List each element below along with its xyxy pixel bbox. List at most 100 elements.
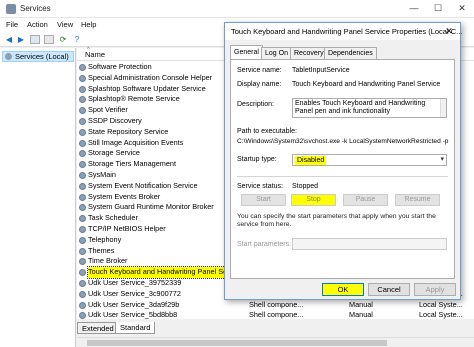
service-name-cell: Task Scheduler: [88, 213, 138, 223]
service-name-cell: Time Broker: [88, 256, 128, 266]
gear-icon: [79, 290, 86, 298]
close-icon[interactable]: ✕: [442, 25, 456, 38]
service-name-cell: System Guard Runtime Monitor Broker: [88, 202, 214, 212]
column-header-name[interactable]: Name: [85, 50, 105, 59]
gear-icon: [79, 269, 86, 277]
path-label: Path to executable:: [237, 128, 297, 135]
help-text: You can specify the start parameters tha…: [237, 213, 436, 228]
gear-icon: [79, 161, 86, 169]
service-name-cell: Splashtop Software Updater Service: [88, 83, 206, 93]
service-name-cell: Udk User Service_3da9f29b: [88, 299, 180, 309]
start-parameters-input[interactable]: [292, 238, 447, 250]
gear-icon: [79, 139, 86, 147]
services-app-icon: [6, 4, 16, 14]
menu-help[interactable]: Help: [81, 20, 96, 29]
pause-button[interactable]: Pause: [343, 194, 388, 206]
service-name-cell: Touch Keyboard and Handwriting Panel Ser…: [87, 266, 244, 279]
back-arrow-icon[interactable]: ◀: [4, 35, 14, 44]
tab-recovery[interactable]: Recovery: [290, 47, 328, 59]
general-panel: Service name: TabletInputService Display…: [230, 59, 455, 279]
service-name-cell: Themes: [88, 245, 115, 255]
start-button[interactable]: Start: [241, 194, 286, 206]
gear-icon: [79, 215, 86, 223]
tab-standard[interactable]: Standard: [115, 322, 156, 334]
menu-file[interactable]: File: [6, 20, 18, 29]
gear-icon: [79, 96, 86, 104]
gear-icon: [79, 236, 86, 244]
gear-icon: [79, 301, 86, 309]
apply-button[interactable]: Apply: [414, 283, 456, 296]
table-row[interactable]: Udk User Service_3da9f29b Shell compone..…: [77, 300, 474, 311]
stop-button[interactable]: Stop: [291, 194, 336, 206]
title-bar: Services — ☐ ✕: [0, 0, 474, 18]
forward-arrow-icon[interactable]: ▶: [16, 35, 26, 44]
service-status-label: Service status:: [237, 183, 283, 190]
log-on-as-cell: Local Syste...: [419, 310, 463, 320]
service-name-cell: Udk User Service_5bd8bb8: [88, 310, 178, 320]
service-name-cell: State Repository Service: [88, 126, 169, 136]
cancel-button[interactable]: Cancel: [368, 283, 410, 296]
scrollbar-thumb[interactable]: [87, 340, 387, 346]
description-label: Description:: [237, 101, 274, 108]
service-name-cell: Storage Service: [88, 148, 140, 158]
dialog-title: Touch Keyboard and Handwriting Panel Ser…: [231, 27, 463, 36]
menu-view[interactable]: View: [57, 20, 73, 29]
display-name-value: Touch Keyboard and Handwriting Panel Ser…: [292, 81, 441, 88]
tab-dependencies[interactable]: Dependencies: [324, 47, 377, 59]
service-status-value: Stopped: [292, 183, 319, 190]
service-name-cell: Telephony: [88, 234, 122, 244]
startup-type-value: Disabled: [295, 156, 327, 165]
description-scrollbar[interactable]: [440, 99, 446, 117]
service-name-cell: SysMain: [88, 170, 116, 179]
gear-icon: [79, 74, 86, 82]
description-box[interactable]: Enables Touch Keyboard and Handwriting P…: [292, 98, 447, 118]
divider: [237, 176, 448, 177]
startup-type-select[interactable]: Disabled ▾: [292, 154, 447, 166]
service-name-cell: Software Protection: [88, 62, 152, 71]
path-value: C:\Windows\System32\svchost.exe -k Local…: [237, 138, 449, 145]
close-button[interactable]: ✕: [454, 2, 470, 15]
gear-icon: [79, 172, 86, 179]
menu-action[interactable]: Action: [27, 20, 48, 29]
service-name-cell: System Events Broker: [88, 191, 161, 201]
service-name-cell: Splashtop® Remote Service: [88, 94, 180, 104]
console-tree-icon[interactable]: [30, 35, 40, 44]
gear-icon: [79, 182, 86, 190]
chevron-down-icon: ▾: [440, 156, 444, 163]
service-name-cell: Spot Verifier: [88, 105, 128, 115]
start-parameters-label: Start parameters:: [237, 241, 292, 248]
refresh-icon[interactable]: ⟳: [58, 35, 68, 44]
gear-icon: [79, 64, 86, 71]
gear-icon: [79, 128, 86, 136]
horizontal-scrollbar[interactable]: [77, 337, 474, 347]
tab-extended[interactable]: Extended: [77, 322, 119, 334]
startup-type-cell: Manual: [349, 299, 373, 309]
dialog-title-bar: Touch Keyboard and Handwriting Panel Ser…: [225, 23, 463, 40]
gear-icon: [79, 204, 86, 212]
gear-icon: [79, 107, 86, 115]
service-name-cell: Udk User Service_3c900772: [88, 288, 181, 298]
tab-general[interactable]: General: [230, 45, 263, 60]
service-description-cell: Shell compone...: [249, 299, 304, 309]
tree-item-services-local[interactable]: Services (Local): [2, 51, 74, 62]
console-tree: Services (Local): [0, 48, 76, 347]
gear-icon: [79, 118, 86, 125]
resume-button[interactable]: Resume: [395, 194, 440, 206]
gear-icon: [79, 247, 86, 255]
tab-log-on[interactable]: Log On: [261, 47, 292, 59]
gear-icon: [79, 280, 86, 287]
service-name-cell: Storage Tiers Management: [88, 159, 177, 169]
table-row[interactable]: Udk User Service_5bd8bb8 Shell compone...…: [77, 310, 474, 321]
properties-icon[interactable]: [44, 35, 54, 44]
service-name-cell: Still Image Acquisition Events: [88, 137, 184, 147]
gear-icon: [79, 150, 86, 158]
ok-button[interactable]: OK: [322, 283, 364, 296]
maximize-button[interactable]: ☐: [430, 2, 446, 15]
service-name-cell: Special Administration Console Helper: [88, 72, 213, 82]
properties-dialog: Touch Keyboard and Handwriting Panel Ser…: [224, 22, 463, 300]
gear-icon: [79, 193, 86, 201]
help-icon[interactable]: ?: [72, 35, 82, 44]
service-name-value: TabletInputService: [292, 67, 350, 74]
gear-icon: [79, 226, 86, 233]
minimize-button[interactable]: —: [406, 2, 422, 15]
